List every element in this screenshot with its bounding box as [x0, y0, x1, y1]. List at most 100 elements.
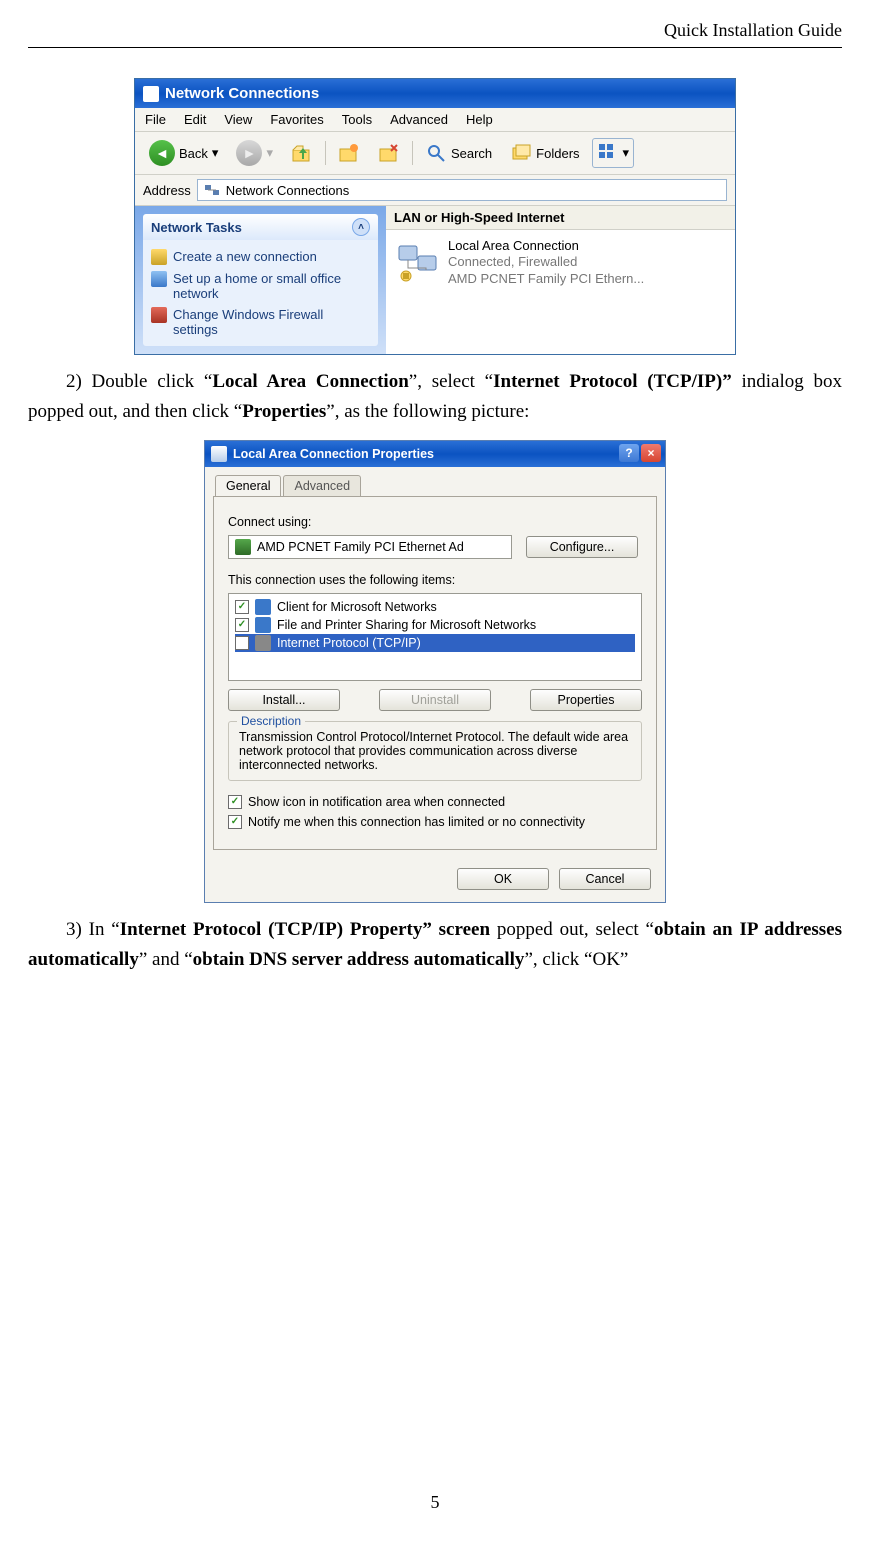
menu-tools[interactable]: Tools — [342, 112, 372, 127]
sidebar-item-label: Change Windows Firewall settings — [173, 307, 370, 337]
folder-delete-icon — [378, 142, 400, 164]
search-icon — [425, 142, 447, 164]
address-label: Address — [143, 183, 191, 198]
help-button[interactable]: ? — [619, 444, 639, 462]
list-item-label: Client for Microsoft Networks — [277, 600, 437, 614]
delete-folder-button[interactable] — [372, 140, 406, 166]
list-item-label: File and Printer Sharing for Microsoft N… — [277, 618, 536, 632]
content-pane: LAN or High-Speed Internet Local Area Co… — [386, 206, 735, 354]
network-connections-window: Network Connections File Edit View Favor… — [134, 78, 736, 355]
page-header-right: Quick Installation Guide — [28, 20, 842, 43]
show-icon-label: Show icon in notification area when conn… — [248, 795, 505, 809]
list-item-label: Internet Protocol (TCP/IP) — [277, 636, 421, 650]
dialog-title-bar: Local Area Connection Properties ? × — [205, 441, 665, 467]
back-label: Back — [179, 146, 208, 161]
menu-edit[interactable]: Edit — [184, 112, 206, 127]
category-header: LAN or High-Speed Internet — [386, 206, 735, 230]
address-value: Network Connections — [226, 183, 350, 198]
sidebar-item-firewall[interactable]: Change Windows Firewall settings — [151, 304, 370, 340]
close-button[interactable]: × — [641, 444, 661, 462]
description-text: Transmission Control Protocol/Internet P… — [239, 730, 631, 772]
tab-advanced[interactable]: Advanced — [283, 475, 361, 496]
notify-checkbox[interactable] — [228, 815, 242, 829]
configure-button[interactable]: Configure... — [526, 536, 638, 558]
dialog-title: Local Area Connection Properties — [233, 447, 434, 461]
network-icon — [204, 182, 220, 198]
cancel-button[interactable]: Cancel — [559, 868, 651, 890]
firewall-icon — [151, 307, 167, 323]
sidebar-title: Network Tasks — [151, 220, 242, 235]
connection-item[interactable]: Local Area Connection Connected, Firewal… — [386, 230, 735, 295]
printer-share-icon — [255, 617, 271, 633]
items-list[interactable]: Client for Microsoft Networks File and P… — [228, 593, 642, 681]
home-network-icon — [151, 271, 167, 287]
checkbox-icon[interactable] — [235, 618, 249, 632]
address-field[interactable]: Network Connections — [197, 179, 727, 201]
forward-arrow-icon: ► — [236, 140, 262, 166]
toolbar-separator — [325, 141, 326, 165]
menu-favorites[interactable]: Favorites — [270, 112, 323, 127]
folder-new-icon — [338, 142, 360, 164]
collapse-icon: ˄ — [352, 218, 370, 236]
chevron-down-icon: ▾ — [623, 145, 630, 161]
address-bar: Address Network Connections — [135, 175, 735, 206]
nic-icon — [235, 539, 251, 555]
connect-using-label: Connect using: — [228, 515, 642, 529]
description-group: Description Transmission Control Protoco… — [228, 721, 642, 781]
ok-button[interactable]: OK — [457, 868, 549, 890]
menu-help[interactable]: Help — [466, 112, 493, 127]
notify-label: Notify me when this connection has limit… — [248, 815, 585, 829]
views-icon — [597, 142, 619, 164]
back-arrow-icon: ◄ — [149, 140, 175, 166]
chevron-down-icon: ▾ — [266, 145, 273, 161]
lac-properties-dialog: Local Area Connection Properties ? × Gen… — [204, 440, 666, 903]
connection-status: Connected, Firewalled — [448, 254, 644, 270]
sidebar-item-label: Create a new connection — [173, 249, 317, 264]
folders-icon — [510, 142, 532, 164]
new-folder-button[interactable] — [332, 140, 366, 166]
group-title: Description — [237, 714, 305, 728]
search-button[interactable]: Search — [419, 140, 498, 166]
uninstall-button: Uninstall — [379, 689, 491, 711]
up-button[interactable] — [285, 140, 319, 166]
views-button[interactable]: ▾ — [592, 138, 635, 168]
sidebar-header[interactable]: Network Tasks ˄ — [143, 214, 378, 240]
connection-device: AMD PCNET Family PCI Ethern... — [448, 271, 644, 287]
lan-connection-icon — [396, 242, 440, 282]
sidebar-item-create-connection[interactable]: Create a new connection — [151, 246, 370, 268]
client-icon — [255, 599, 271, 615]
menu-bar: File Edit View Favorites Tools Advanced … — [135, 108, 735, 132]
items-label: This connection uses the following items… — [228, 573, 642, 587]
folders-button[interactable]: Folders — [504, 140, 585, 166]
sidebar: Network Tasks ˄ Create a new connection … — [135, 206, 386, 354]
checkbox-icon[interactable] — [235, 636, 249, 650]
header-rule — [28, 47, 842, 48]
adapter-field: AMD PCNET Family PCI Ethernet Ad — [228, 535, 512, 559]
window-title-bar: Network Connections — [135, 79, 735, 108]
connection-name: Local Area Connection — [448, 238, 644, 254]
adapter-name: AMD PCNET Family PCI Ethernet Ad — [257, 540, 464, 554]
toolbar-separator — [412, 141, 413, 165]
list-item-selected[interactable]: Internet Protocol (TCP/IP) — [235, 634, 635, 652]
folders-label: Folders — [536, 146, 579, 161]
window-title: Network Connections — [165, 85, 319, 102]
menu-view[interactable]: View — [224, 112, 252, 127]
list-item[interactable]: File and Printer Sharing for Microsoft N… — [235, 616, 635, 634]
dialog-icon — [211, 446, 227, 462]
sidebar-item-label: Set up a home or small office network — [173, 271, 370, 301]
chevron-down-icon: ▾ — [212, 145, 219, 161]
forward-button[interactable]: ► ▾ — [230, 138, 279, 168]
back-button[interactable]: ◄ Back ▾ — [143, 138, 224, 168]
checkbox-icon[interactable] — [235, 600, 249, 614]
tab-general[interactable]: General — [215, 475, 281, 496]
install-button[interactable]: Install... — [228, 689, 340, 711]
folder-up-icon — [291, 142, 313, 164]
menu-advanced[interactable]: Advanced — [390, 112, 448, 127]
properties-button[interactable]: Properties — [530, 689, 642, 711]
sidebar-item-home-network[interactable]: Set up a home or small office network — [151, 268, 370, 304]
list-item[interactable]: Client for Microsoft Networks — [235, 598, 635, 616]
menu-file[interactable]: File — [145, 112, 166, 127]
show-icon-checkbox[interactable] — [228, 795, 242, 809]
tab-strip: General Advanced — [205, 467, 665, 496]
step-3-text: 3) In “Internet Protocol (TCP/IP) Proper… — [28, 915, 842, 976]
